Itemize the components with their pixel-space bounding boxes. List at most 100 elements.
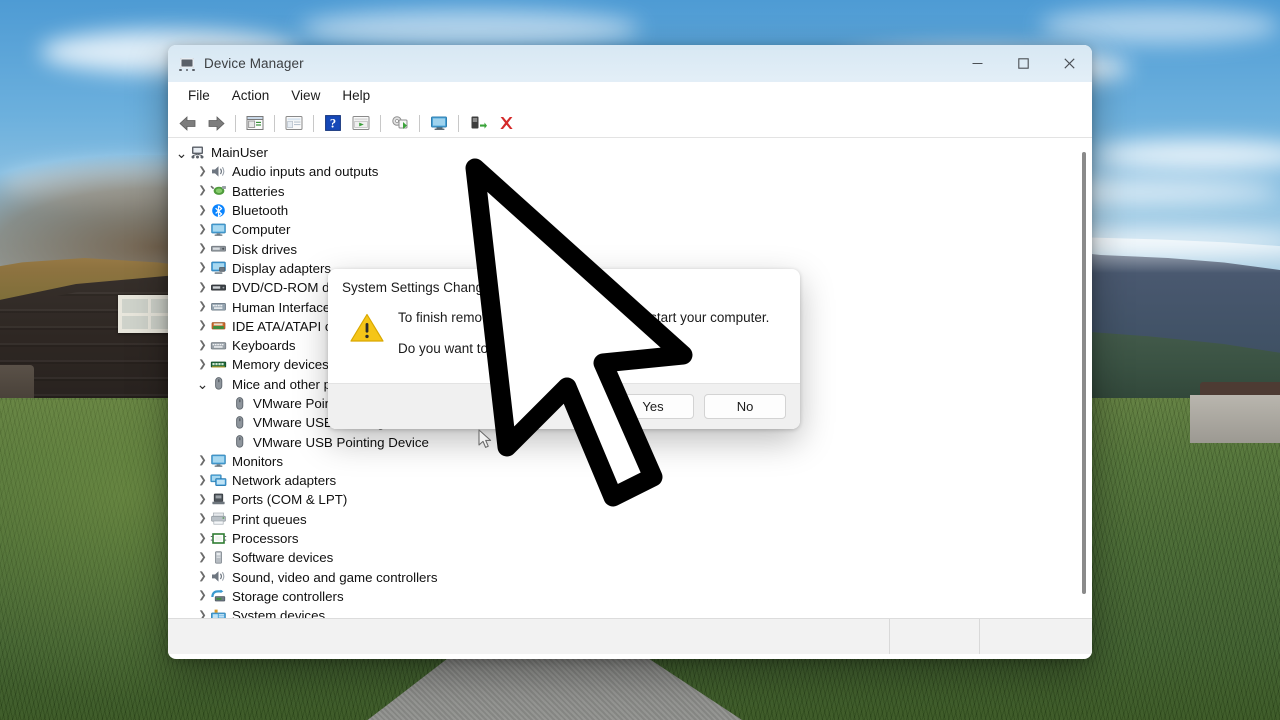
chevron-right-icon[interactable]: ❯ — [195, 224, 210, 235]
toolbar-separator — [235, 114, 236, 132]
tree-row-label: Computer — [232, 222, 291, 238]
tree-row[interactable]: ❯ Disk drives — [168, 239, 1092, 258]
tree-row-label: MainUser — [211, 145, 268, 161]
close-button[interactable] — [1046, 45, 1092, 82]
mouse-icon — [231, 434, 248, 450]
software-device-icon — [210, 550, 227, 566]
tree-row[interactable]: ❯ Audio inputs and outputs — [168, 162, 1092, 181]
tree-row-label: Display adapters — [232, 260, 332, 276]
tree-row-label: Batteries — [232, 183, 285, 199]
properties-icon[interactable] — [241, 111, 269, 136]
dialog-line-2: Do you want to restart your computer now… — [398, 340, 657, 356]
tree-scrollbar-thumb[interactable] — [1082, 152, 1086, 594]
desktop-wallpaper: Device Manager File Action View Help ? ⌄… — [0, 0, 1280, 720]
menu-help[interactable]: Help — [332, 85, 380, 106]
battery-icon — [210, 183, 227, 199]
tree-row[interactable]: ❯ Sound, video and game controllers — [168, 568, 1092, 587]
memory-icon — [210, 357, 227, 373]
system-settings-change-dialog[interactable]: System Settings Change To finish removin… — [328, 269, 800, 429]
tree-row-label: Ports (COM & LPT) — [232, 492, 348, 508]
stone-hut — [1190, 395, 1280, 443]
menu-action[interactable]: Action — [222, 85, 280, 106]
tree-row-label: Sound, video and game controllers — [232, 569, 438, 585]
chevron-right-icon[interactable]: ❯ — [195, 610, 210, 618]
help-icon[interactable]: ? — [319, 111, 347, 136]
monitor-icon — [210, 453, 227, 469]
yes-button[interactable]: Yes — [612, 394, 694, 419]
chevron-right-icon[interactable]: ❯ — [195, 359, 210, 370]
chevron-right-icon[interactable]: ❯ — [195, 494, 210, 505]
no-button[interactable]: No — [704, 394, 786, 419]
tree-row-label: Network adapters — [232, 473, 337, 489]
maximize-button[interactable] — [1000, 45, 1046, 82]
tree-row[interactable]: ❯ Network adapters — [168, 471, 1092, 490]
tree-row[interactable]: ❯ Monitors — [168, 452, 1092, 471]
maximize-icon — [1017, 58, 1029, 69]
chevron-right-icon[interactable]: ❯ — [195, 166, 210, 177]
chevron-right-icon[interactable]: ❯ — [195, 282, 210, 293]
tree-row[interactable]: ❯ Computer — [168, 220, 1092, 239]
computer-tree-icon — [189, 145, 206, 161]
menu-view[interactable]: View — [281, 85, 330, 106]
tree-row[interactable]: ❯ Batteries — [168, 182, 1092, 201]
chevron-right-icon[interactable]: ❯ — [195, 591, 210, 601]
scan-for-hardware-changes-icon[interactable] — [386, 111, 414, 136]
chevron-right-icon[interactable]: ❯ — [195, 572, 210, 582]
menu-bar: File Action View Help — [168, 82, 1092, 109]
chevron-right-icon[interactable]: ❯ — [195, 340, 210, 351]
update-driver-icon[interactable] — [347, 111, 375, 136]
tree-row[interactable]: ❯ Processors — [168, 529, 1092, 548]
tree-scrollbar[interactable] — [1079, 144, 1089, 612]
menu-file[interactable]: File — [178, 85, 220, 106]
enable-device-icon[interactable] — [464, 111, 492, 136]
processor-icon — [210, 531, 227, 547]
tree-row[interactable]: ❯ Ports (COM & LPT) — [168, 490, 1092, 509]
tree-row-label: Software devices — [232, 550, 334, 566]
tree-row-root[interactable]: ⌄ MainUser — [168, 143, 1092, 162]
status-cell-1 — [890, 619, 980, 654]
title-bar[interactable]: Device Manager — [168, 45, 1092, 82]
chevron-right-icon[interactable]: ❯ — [195, 186, 210, 196]
chevron-right-icon[interactable]: ❯ — [195, 302, 210, 312]
tree-row-label: Memory devices — [232, 357, 329, 373]
tree-row[interactable]: ❯ Bluetooth — [168, 201, 1092, 220]
tree-row[interactable]: VMware USB Pointing Device — [168, 432, 1092, 451]
keyboard-icon — [210, 338, 227, 354]
forward-arrow-icon[interactable] — [202, 111, 230, 136]
tree-row[interactable]: ❯ Software devices — [168, 548, 1092, 567]
tree-row-label: Disk drives — [232, 241, 298, 257]
chevron-right-icon[interactable]: ❯ — [195, 263, 210, 273]
tree-row[interactable]: ❯ Print queues — [168, 510, 1092, 529]
show-hide-console-tree-icon[interactable] — [280, 111, 308, 136]
tree-row[interactable]: ❯ Storage controllers — [168, 587, 1092, 606]
device-manager-icon — [179, 56, 195, 72]
dvd-drive-icon — [210, 280, 227, 296]
chevron-right-icon[interactable]: ❯ — [195, 475, 210, 486]
chevron-down-icon[interactable]: ⌄ — [195, 377, 210, 391]
chevron-right-icon[interactable]: ❯ — [195, 205, 210, 216]
display-icon[interactable] — [425, 111, 453, 136]
chevron-right-icon[interactable]: ❯ — [195, 514, 210, 524]
mouse-icon — [231, 396, 248, 412]
chevron-right-icon[interactable]: ❯ — [195, 552, 210, 563]
chevron-right-icon[interactable]: ❯ — [195, 244, 210, 254]
tree-row[interactable]: ❯ System devices — [168, 606, 1092, 619]
mouse-icon — [231, 415, 248, 431]
tree-row-label: System devices — [232, 608, 326, 619]
toolbar-separator — [419, 114, 420, 132]
chevron-right-icon[interactable]: ❯ — [195, 533, 210, 544]
uninstall-device-icon[interactable] — [492, 111, 520, 136]
chevron-right-icon[interactable]: ❯ — [195, 321, 210, 331]
toolbar-separator — [458, 114, 459, 132]
bluetooth-icon — [210, 203, 227, 219]
chevron-down-icon[interactable]: ⌄ — [174, 146, 189, 160]
back-arrow-icon[interactable] — [174, 111, 202, 136]
ide-controller-icon — [210, 318, 227, 334]
chevron-right-icon[interactable]: ❯ — [195, 456, 210, 466]
monitor-icon — [210, 222, 227, 238]
storage-controller-icon — [210, 588, 227, 604]
dialog-message: To finish removing the device, you must … — [390, 311, 769, 372]
warning-icon — [350, 311, 390, 372]
minimize-button[interactable] — [954, 45, 1000, 82]
status-message — [168, 619, 890, 654]
